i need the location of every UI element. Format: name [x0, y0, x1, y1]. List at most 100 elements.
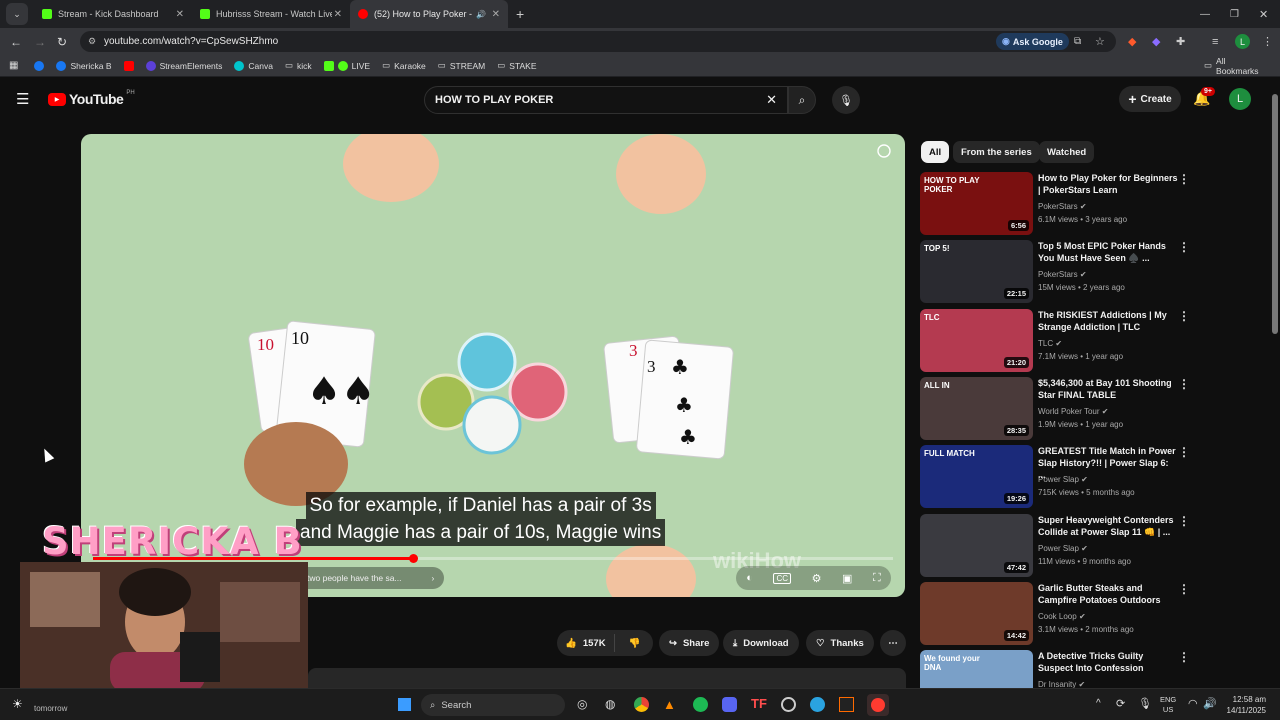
description-box[interactable] — [308, 668, 906, 688]
channel-name[interactable]: World Poker Tour ✔ — [1038, 407, 1108, 416]
scrubber-handle[interactable] — [409, 554, 418, 563]
language-indicator[interactable]: ENG US — [1160, 695, 1176, 715]
restore-button[interactable]: ❐ — [1230, 9, 1239, 20]
bookmark-shericka-b[interactable]: Shericka B — [56, 60, 112, 71]
app-icon[interactable]: TF — [751, 696, 767, 711]
window-close-button[interactable]: ✕ — [1259, 8, 1268, 21]
captions-icon[interactable]: CC — [773, 572, 792, 584]
recommendation-item[interactable]: TOP 5! 22:15 Top 5 Most EPIC Poker Hands Y… — [920, 240, 1190, 304]
speaker-icon[interactable]: 🔊 — [476, 10, 486, 19]
install-icon[interactable]: ⧉ — [1074, 36, 1081, 47]
create-button[interactable]: + Create — [1119, 86, 1181, 112]
video-title[interactable]: How to Play Poker for Beginners | PokerS… — [1038, 172, 1178, 196]
tray-chevron-icon[interactable]: ^ — [1096, 698, 1101, 709]
bookmark-karaoke[interactable]: ▭ Karaoke — [382, 60, 426, 71]
video-thumbnail[interactable]: 14:42 — [920, 582, 1033, 645]
video-thumbnail[interactable]: HOW TO PLAY POKER 6:56 — [920, 172, 1033, 235]
chapter-button[interactable]: two people have the sa... › — [291, 567, 445, 589]
bookmark-youtube[interactable] — [123, 60, 134, 71]
channel-name[interactable]: PokerStars ✔ — [1038, 202, 1087, 211]
recommendation-item[interactable]: HOW TO PLAY POKER 6:56 How to Play Poker f… — [920, 172, 1190, 236]
video-title[interactable]: The RISKIEST Addictions | My Strange Add… — [1038, 309, 1178, 333]
copilot-icon[interactable]: ◍ — [605, 697, 615, 711]
clear-search-icon[interactable]: ✕ — [766, 92, 777, 108]
search-button[interactable]: ⌕ — [788, 86, 816, 114]
profile-avatar[interactable]: L — [1235, 34, 1250, 49]
video-title[interactable]: Top 5 Most EPIC Poker Hands You Must Hav… — [1038, 240, 1178, 264]
wifi-icon[interactable]: ◠ — [1188, 697, 1198, 710]
address-bar[interactable]: ⚙ youtube.com/watch?v=CpSewSHZhmo ◉ Ask … — [80, 31, 1116, 52]
video-info-icon[interactable] — [878, 145, 890, 157]
share-button[interactable]: ↪ Share — [659, 630, 720, 656]
minimize-button[interactable]: — — [1200, 9, 1210, 20]
recommendation-item[interactable]: TLC 21:20 The RISKIEST Addictions | My Str… — [920, 309, 1190, 373]
bookmark-star-icon[interactable]: ☆ — [1095, 35, 1105, 48]
page-scrollbar[interactable] — [1272, 82, 1278, 684]
chrome-icon[interactable] — [634, 697, 649, 712]
extension-icon[interactable]: ◆ — [1128, 35, 1136, 48]
autoplay-toggle[interactable]: ◐ — [746, 572, 753, 584]
channel-name[interactable]: Power Slap ✔ — [1038, 544, 1088, 553]
bookmark-live[interactable]: LIVE — [323, 60, 370, 71]
video-thumbnail[interactable]: TOP 5! 22:15 — [920, 240, 1033, 303]
tab-hubrisss-stream[interactable]: Hubrisss Stream - Watch Live o ✕ — [192, 0, 350, 28]
more-vertical-icon[interactable]: ⋮ — [1178, 240, 1190, 254]
fullscreen-icon[interactable]: ⛶ — [873, 572, 881, 585]
thanks-button[interactable]: ♡ Thanks — [806, 630, 874, 656]
more-vertical-icon[interactable]: ⋮ — [1178, 377, 1190, 391]
reload-icon[interactable]: ↻ — [57, 35, 67, 49]
new-tab-button[interactable]: + — [516, 6, 524, 22]
channel-name[interactable]: Power Slap ✔ — [1038, 475, 1088, 484]
voice-search-button[interactable]: 🎙 — [832, 86, 860, 114]
all-bookmarks[interactable]: ▭ All Bookmarks — [1204, 56, 1268, 76]
more-vertical-icon[interactable]: ⋮ — [1178, 582, 1190, 596]
clock[interactable]: 12:58 am 14/11/2025 — [1222, 694, 1266, 716]
more-vertical-icon[interactable]: ⋮ — [1178, 650, 1190, 664]
notifications-button[interactable]: 🔔 9+ — [1193, 87, 1215, 107]
youtube-logo[interactable]: ▶ YouTube PH — [48, 90, 135, 107]
recommendation-item[interactable]: FULL MATCH 19:26 GREATEST Title Match in P… — [920, 445, 1190, 509]
chip-from-the-series[interactable]: From the series — [953, 141, 1040, 163]
recommendation-item[interactable]: 14:42 Garlic Butter Steaks and Campfire P… — [920, 582, 1190, 646]
miniplayer-icon[interactable]: ▣ — [842, 572, 852, 585]
tab-search-button[interactable]: ⌄ — [6, 3, 28, 25]
channel-name[interactable]: Cook Loop ✔ — [1038, 612, 1086, 621]
close-icon[interactable]: ✕ — [492, 9, 500, 20]
bookmark-streamelements[interactable]: StreamElements — [145, 60, 222, 71]
task-view-icon[interactable]: ◎ — [577, 697, 587, 711]
video-title[interactable]: Garlic Butter Steaks and Campfire Potato… — [1038, 582, 1178, 606]
dislike-button[interactable]: 👎 — [621, 638, 649, 649]
video-thumbnail[interactable]: ALL IN 28:35 — [920, 377, 1033, 440]
app-icon[interactable] — [839, 697, 854, 712]
video-title[interactable]: $5,346,300 at Bay 101 Shooting Star FINA… — [1038, 377, 1178, 401]
bookmark-stake[interactable]: ▭ STAKE — [497, 60, 536, 71]
forward-icon[interactable]: → — [34, 35, 46, 49]
app-icon[interactable]: ▲ — [663, 697, 676, 712]
chip-watched[interactable]: Watched — [1039, 141, 1095, 163]
extensions-puzzle-icon[interactable]: ✚ — [1176, 35, 1185, 48]
obs-icon[interactable] — [781, 697, 796, 712]
telegram-icon[interactable] — [810, 697, 825, 712]
spotify-icon[interactable] — [693, 697, 708, 712]
download-button[interactable]: ⤓ Download — [723, 630, 799, 656]
discord-icon[interactable] — [722, 697, 737, 712]
close-icon[interactable]: ✕ — [334, 9, 342, 20]
bookmark-canva[interactable]: Canva — [234, 60, 273, 71]
channel-name[interactable]: TLC ✔ — [1038, 339, 1062, 348]
like-button[interactable]: 👍 157K — [557, 634, 615, 652]
weather-icon[interactable]: ☀ — [12, 697, 23, 711]
app-icon[interactable] — [867, 694, 889, 716]
scrollbar-thumb[interactable] — [1272, 94, 1278, 334]
recommendation-item[interactable]: 47:42 Super Heavyweight Contenders Collid… — [920, 514, 1190, 578]
menu-kebab-icon[interactable]: ⋮ — [1262, 35, 1273, 48]
tab-kick-dashboard[interactable]: Stream - Kick Dashboard ✕ — [34, 0, 192, 28]
more-vertical-icon[interactable]: ⋮ — [1178, 514, 1190, 528]
bookmark-kick[interactable]: ▭ kick — [285, 60, 312, 71]
account-avatar[interactable]: L — [1229, 88, 1251, 110]
taskbar-search[interactable]: ⌕ Search — [421, 694, 565, 716]
close-icon[interactable]: ✕ — [176, 9, 184, 20]
bookmark-facebook[interactable] — [34, 60, 45, 71]
tray-app-icon[interactable]: ⟳ — [1116, 697, 1125, 710]
windows-start-icon[interactable] — [397, 697, 412, 712]
settings-gear-icon[interactable]: ⚙ — [812, 572, 822, 585]
